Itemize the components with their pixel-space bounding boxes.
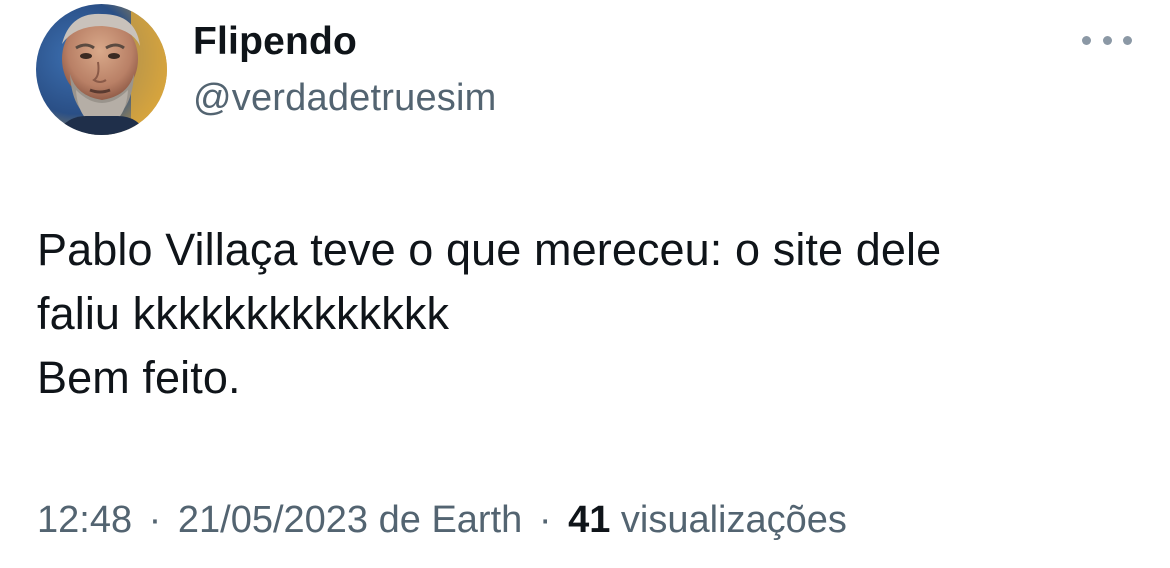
display-name[interactable]: Flipendo	[193, 20, 357, 64]
menu-dot	[1102, 35, 1112, 45]
avatar[interactable]	[36, 4, 167, 135]
meta-separator: ·	[538, 499, 552, 541]
tweet-source: de Earth	[378, 499, 523, 541]
tweet-text-line: faliu kkkkkkkkkkkkkk	[37, 288, 450, 339]
menu-dot	[1123, 35, 1132, 45]
meta-separator: ·	[148, 499, 162, 541]
avatar-photo	[36, 4, 167, 135]
tweet-text: Pablo Villaça teve o que mereceu: o site…	[37, 218, 1137, 410]
menu-dot	[1082, 35, 1091, 45]
more-options-icon[interactable]	[1082, 28, 1132, 52]
tweet-text-line: Bem feito.	[37, 352, 241, 403]
tweet-meta: 12:48 · 21/05/2023 de Earth · 41 visuali…	[37, 496, 847, 544]
views-label: visualizações	[620, 499, 847, 541]
views-count[interactable]: 41	[568, 499, 610, 541]
tweet-date[interactable]: 21/05/2023	[178, 499, 368, 541]
tweet-time[interactable]: 12:48	[37, 499, 132, 541]
tweet-card: Flipendo @verdadetruesim Pablo Villaça t…	[0, 0, 1170, 568]
user-handle[interactable]: @verdadetruesim	[193, 76, 496, 120]
tweet-text-line: Pablo Villaça teve o que mereceu: o site…	[37, 224, 942, 275]
